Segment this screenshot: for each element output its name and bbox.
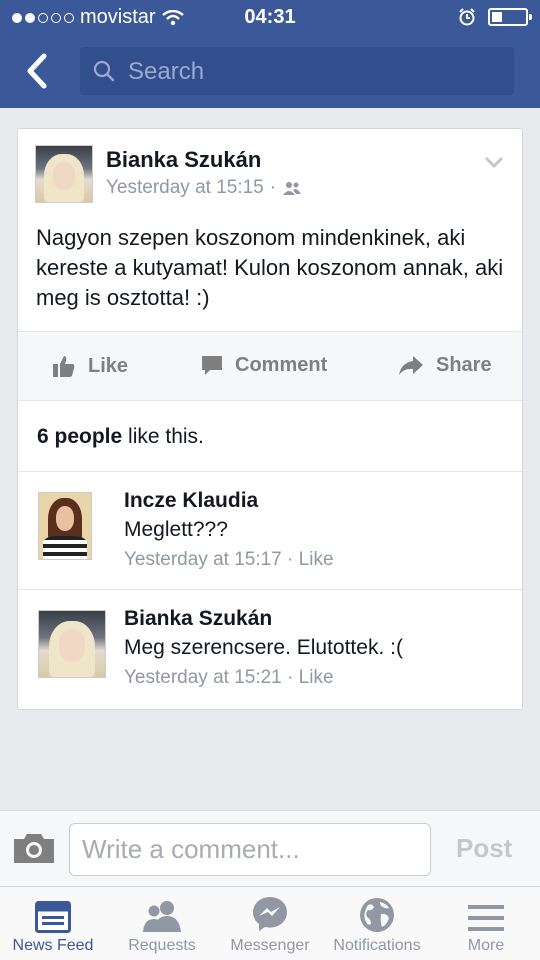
- chevron-down-icon[interactable]: [484, 155, 504, 169]
- comment-button[interactable]: Comment: [201, 354, 327, 377]
- comment-text: Meg szerencsere. Elutottek. :(: [124, 636, 403, 659]
- meta-separator: ·: [287, 549, 294, 570]
- post-button[interactable]: Post: [456, 833, 512, 864]
- likes-summary[interactable]: 6 people like this.: [37, 425, 204, 449]
- divider: [18, 589, 522, 590]
- comment-composer: Post: [0, 810, 540, 886]
- comment-avatar[interactable]: [38, 492, 92, 560]
- thumbs-up-icon: [53, 356, 75, 377]
- comment-input-wrapper: [69, 823, 431, 876]
- share-icon: [399, 355, 423, 375]
- comment-avatar[interactable]: [38, 610, 106, 678]
- comment-meta: Yesterday at 15:21 · Like: [124, 667, 334, 689]
- friends-audience-icon: [283, 182, 302, 195]
- tab-label: Notifications: [333, 937, 421, 954]
- alarm-icon: [459, 8, 475, 26]
- post-text: Nagyon szepen koszonom mindenkinek, aki …: [36, 225, 504, 310]
- news-feed-icon: [35, 901, 71, 933]
- comment-label: Comment: [235, 354, 328, 376]
- likes-count: 6 people: [37, 425, 123, 448]
- comment-timestamp: Yesterday at 15:21: [124, 667, 282, 688]
- status-bar: movistar 04:31: [0, 0, 540, 36]
- post-timestamp[interactable]: Yesterday at 15:15: [106, 177, 264, 199]
- comment-author[interactable]: Incze Klaudia: [124, 489, 258, 513]
- comment-like-link[interactable]: Like: [299, 667, 334, 688]
- post-actions: Like Comment Share: [18, 331, 522, 401]
- friend-requests-icon: [143, 901, 181, 932]
- post-author[interactable]: Bianka Szukán: [106, 147, 261, 173]
- battery-icon: [488, 8, 532, 26]
- meta-separator: ·: [287, 667, 294, 688]
- comment-text: Meglett???: [124, 518, 228, 541]
- tab-bar: News Feed Requests Messenger Notificatio…: [0, 886, 540, 960]
- messenger-icon: [253, 897, 287, 931]
- comment-like-link[interactable]: Like: [299, 549, 334, 570]
- tab-notifications[interactable]: Notifications: [322, 887, 432, 960]
- globe-icon: [360, 898, 394, 932]
- tab-more[interactable]: More: [444, 887, 528, 960]
- tab-label: Messenger: [230, 937, 310, 954]
- share-label: Share: [436, 354, 492, 376]
- tab-label: More: [467, 937, 505, 954]
- tab-news-feed[interactable]: News Feed: [4, 887, 102, 960]
- menu-icon: [468, 905, 504, 931]
- status-right: [458, 8, 532, 26]
- search-placeholder: Search: [128, 58, 205, 85]
- like-label: Like: [88, 354, 129, 377]
- search-field[interactable]: Search: [80, 47, 514, 95]
- camera-icon[interactable]: [12, 831, 56, 865]
- like-button[interactable]: Like: [52, 354, 128, 378]
- chevron-left-icon: [27, 53, 47, 89]
- tab-messenger[interactable]: Messenger: [222, 887, 318, 960]
- tab-label: Requests: [128, 937, 196, 954]
- comment-meta: Yesterday at 15:17 · Like: [124, 549, 334, 571]
- top-bar: movistar 04:31 Search: [0, 0, 540, 108]
- meta-separator: ·: [269, 177, 277, 198]
- search-icon: [93, 60, 115, 82]
- back-button[interactable]: [18, 48, 58, 94]
- share-button[interactable]: Share: [398, 354, 492, 377]
- post-meta: Yesterday at 15:15 ·: [106, 177, 302, 199]
- divider: [18, 471, 522, 472]
- post-card: Bianka Szukán Yesterday at 15:15 · Nagyo…: [17, 128, 523, 710]
- comment-input[interactable]: [70, 824, 430, 875]
- comment-author[interactable]: Bianka Szukán: [124, 607, 272, 631]
- tab-label: News Feed: [12, 937, 94, 954]
- comment-timestamp: Yesterday at 15:17: [124, 549, 282, 570]
- tab-requests[interactable]: Requests: [114, 887, 210, 960]
- comment-icon: [202, 355, 222, 375]
- likes-suffix: like this.: [122, 425, 204, 448]
- author-avatar[interactable]: [35, 145, 93, 203]
